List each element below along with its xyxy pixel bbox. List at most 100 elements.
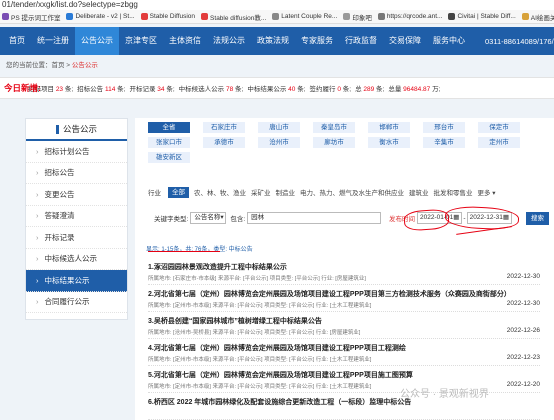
sidebar-header: 公告公示 — [26, 119, 127, 141]
result-row[interactable]: 3.吴桥县创建“国家园林城市”植树增绿工程中标结果公告所属地市: [沧州市-吴桥… — [148, 312, 540, 339]
address-bar[interactable]: 01/tender/xxgk/list.do?selectype=zbgg — [0, 0, 554, 10]
bookmark-label: Stable Diffusion — [149, 13, 196, 20]
bookmark-label: https://qrcode.ant... — [386, 13, 443, 20]
industry-option[interactable]: 批发和零售业 — [434, 187, 473, 197]
sidebar-item[interactable]: › 合同履行公示 — [26, 292, 127, 313]
industry-option[interactable]: 农、林、牧、渔业 — [194, 187, 246, 197]
bookmarks-bar: PS 提示词工作室 Deliberate - v2 | St... Stable D… — [0, 10, 554, 24]
region-option[interactable]: 承德市 — [203, 137, 245, 148]
keyword-input[interactable]: 园林 — [247, 212, 382, 224]
result-title[interactable]: 2.河北省第七届（定州）园林博览会定州展园及场馆项目建设工程PPP项目第三方检测… — [148, 289, 511, 299]
result-title[interactable]: 5.河北省第七届（定州）园林博览会定州展园及场馆项目建设工程PPP项目施工图预算 — [148, 370, 413, 380]
result-meta: 所属地市: [定州市-市本级] 来源平台: [平台公示] 项目类型: [平台公示… — [148, 384, 372, 390]
stat-label: 中标候选人公示 — [178, 86, 225, 93]
nav-item[interactable]: 政策法规 — [251, 27, 295, 55]
industry-label: 行业 — [148, 190, 161, 197]
stat-unit: 条; — [117, 86, 126, 93]
result-title[interactable]: 4.河北省第七届（定州）园林博览会定州展园及场馆项目建设工程PPP项目工程测绘 — [148, 343, 406, 353]
bookmark-label: Civitai | Stable Diff... — [457, 13, 516, 20]
bookmark-label: Deliberate - v2 | St... — [75, 13, 135, 20]
bookmark-icon — [2, 13, 9, 20]
region-option[interactable]: 邢台市 — [423, 122, 465, 133]
bookmark-label: Stable diffusion教... — [210, 14, 267, 22]
sidebar-item[interactable]: › 中标结果公示 — [26, 270, 127, 292]
result-title[interactable]: 6.桥西区 2022 年城市园林绿化及配套设施综合更新改造工程（一标段）监理中标… — [148, 397, 411, 407]
industry-option[interactable]: 采矿业 — [251, 187, 271, 197]
nav-item[interactable]: 交易保障 — [383, 27, 427, 55]
stat-item: 总 289 条; — [355, 83, 384, 93]
nav-item[interactable]: 公告公示 — [75, 27, 119, 55]
result-title[interactable]: 1.涿沼园园林景观改造提升工程中标结果公示 — [148, 262, 287, 272]
bookmark[interactable]: Civitai | Stable Diff... — [448, 13, 516, 20]
bookmark[interactable]: Latent Couple Re... — [272, 13, 337, 20]
region-option[interactable]: 张家口市 — [148, 137, 190, 148]
sidebar-item[interactable]: › 答疑澄清 — [26, 206, 127, 227]
nav-item[interactable]: 服务中心 — [427, 27, 471, 55]
region-option[interactable]: 唐山市 — [258, 122, 300, 133]
region-option[interactable]: 石家庄市 — [203, 122, 245, 133]
nav-item[interactable]: 行政监督 — [339, 27, 383, 55]
region-option[interactable]: 定州市 — [478, 137, 520, 148]
stat-label: 招标公告 — [77, 86, 104, 93]
bookmark[interactable]: Deliberate - v2 | St... — [66, 13, 135, 20]
nav-item[interactable]: 京津专区 — [119, 27, 163, 55]
sidebar-item-label: 中标候选人公示 — [44, 254, 98, 264]
bookmark-icon — [521, 13, 529, 20]
region-option[interactable]: 全省 — [148, 122, 190, 133]
bookmark-icon — [201, 13, 209, 20]
bookmark[interactable]: PS 提示词工作室 — [2, 12, 60, 22]
search-button[interactable]: 搜索 — [526, 211, 549, 225]
region-option[interactable]: 廊坊市 — [313, 137, 355, 148]
bookmark-label: Latent Couple Re... — [281, 13, 338, 20]
industry-option[interactable]: 建筑业 — [409, 187, 429, 197]
industry-all[interactable]: 全部 — [168, 186, 189, 198]
nav-item[interactable]: 首页 — [3, 27, 31, 55]
chevron-right-icon: › — [36, 297, 39, 307]
sidebar-item[interactable]: › 中标候选人公示 — [26, 249, 127, 270]
region-option[interactable]: 辛集市 — [423, 137, 465, 148]
chevron-right-icon: › — [36, 232, 39, 242]
stat-item: 中标候选人公示 78 条; — [179, 83, 244, 93]
result-title[interactable]: 3.吴桥县创建“国家园林城市”植树增绿工程中标结果公告 — [148, 316, 322, 326]
region-option[interactable]: 保定市 — [478, 122, 520, 133]
result-row[interactable]: 4.河北省第七届（定州）园林博览会定州展园及场馆项目建设工程PPP项目工程测绘所… — [148, 339, 540, 366]
keyword-type-label: 关键字类型: — [154, 216, 189, 223]
nav-item[interactable]: 专家服务 — [295, 27, 339, 55]
nav-item[interactable]: 法规公示 — [207, 27, 251, 55]
nav-item[interactable]: 统一注册 — [31, 27, 75, 55]
stat-unit: 条; — [342, 86, 352, 93]
today-label: 今日新增: — [4, 83, 41, 93]
region-option[interactable]: 邯郸市 — [368, 122, 410, 133]
nav-item[interactable]: 主体资信 — [163, 27, 207, 55]
chevron-right-icon: › — [36, 211, 39, 221]
breadcrumb-current[interactable]: 公告公示 — [72, 62, 98, 69]
bookmark[interactable]: Stable diffusion教... — [201, 12, 266, 22]
result-row[interactable]: 2.河北省第七届（定州）园林博览会定州展园及场馆项目建设工程PPP项目第三方检测… — [148, 285, 540, 312]
sidebar-item[interactable]: › 招标计划公告 — [26, 141, 127, 163]
region-option[interactable]: 雄安新区 — [148, 152, 190, 163]
bookmark[interactable]: Stable Diffusion — [140, 13, 196, 20]
result-date: 2022-12-30 — [506, 300, 540, 307]
industry-option[interactable]: 制造业 — [276, 187, 296, 197]
result-row[interactable]: 1.涿沼园园林景观改造提升工程中标结果公示 所属地市: [石家庄市-市本级] 来源… — [148, 258, 540, 285]
annotation-underline — [148, 251, 220, 252]
region-option[interactable]: 秦皇岛市 — [313, 122, 355, 133]
sidebar-item-label: 开标记录 — [44, 232, 75, 242]
bookmark[interactable]: 印象吧 — [343, 12, 372, 22]
bookmark-icon — [66, 13, 74, 20]
result-meta: 所属地市: [沧州市-吴桥县] 来源平台: [平台公示] 项目类型: [平台公示… — [148, 330, 361, 336]
industry-option[interactable]: 更多 ▾ — [478, 187, 496, 197]
bookmark-icon — [448, 13, 456, 20]
bookmark[interactable]: https://qrcode.ant... — [377, 13, 443, 20]
sidebar-item[interactable]: › 招标公告 — [26, 163, 127, 184]
region-option[interactable]: 沧州市 — [258, 137, 300, 148]
contains-label: 包含: — [230, 216, 246, 223]
region-option[interactable]: 衡水市 — [368, 137, 410, 148]
sidebar-item[interactable]: › 变更公告 — [26, 184, 127, 206]
stat-value: 289 — [363, 86, 375, 93]
bookmark[interactable]: AI绘画关键词生 — [521, 12, 554, 22]
keyword-type-select[interactable]: 公告名称 ▾ — [190, 212, 227, 224]
breadcrumb: 您的当前位置：首页 > 公告公示 — [6, 59, 98, 69]
industry-option[interactable]: 电力、热力、燃气及水生产和供应业 — [300, 187, 404, 197]
sidebar-item[interactable]: › 开标记录 — [26, 227, 127, 249]
